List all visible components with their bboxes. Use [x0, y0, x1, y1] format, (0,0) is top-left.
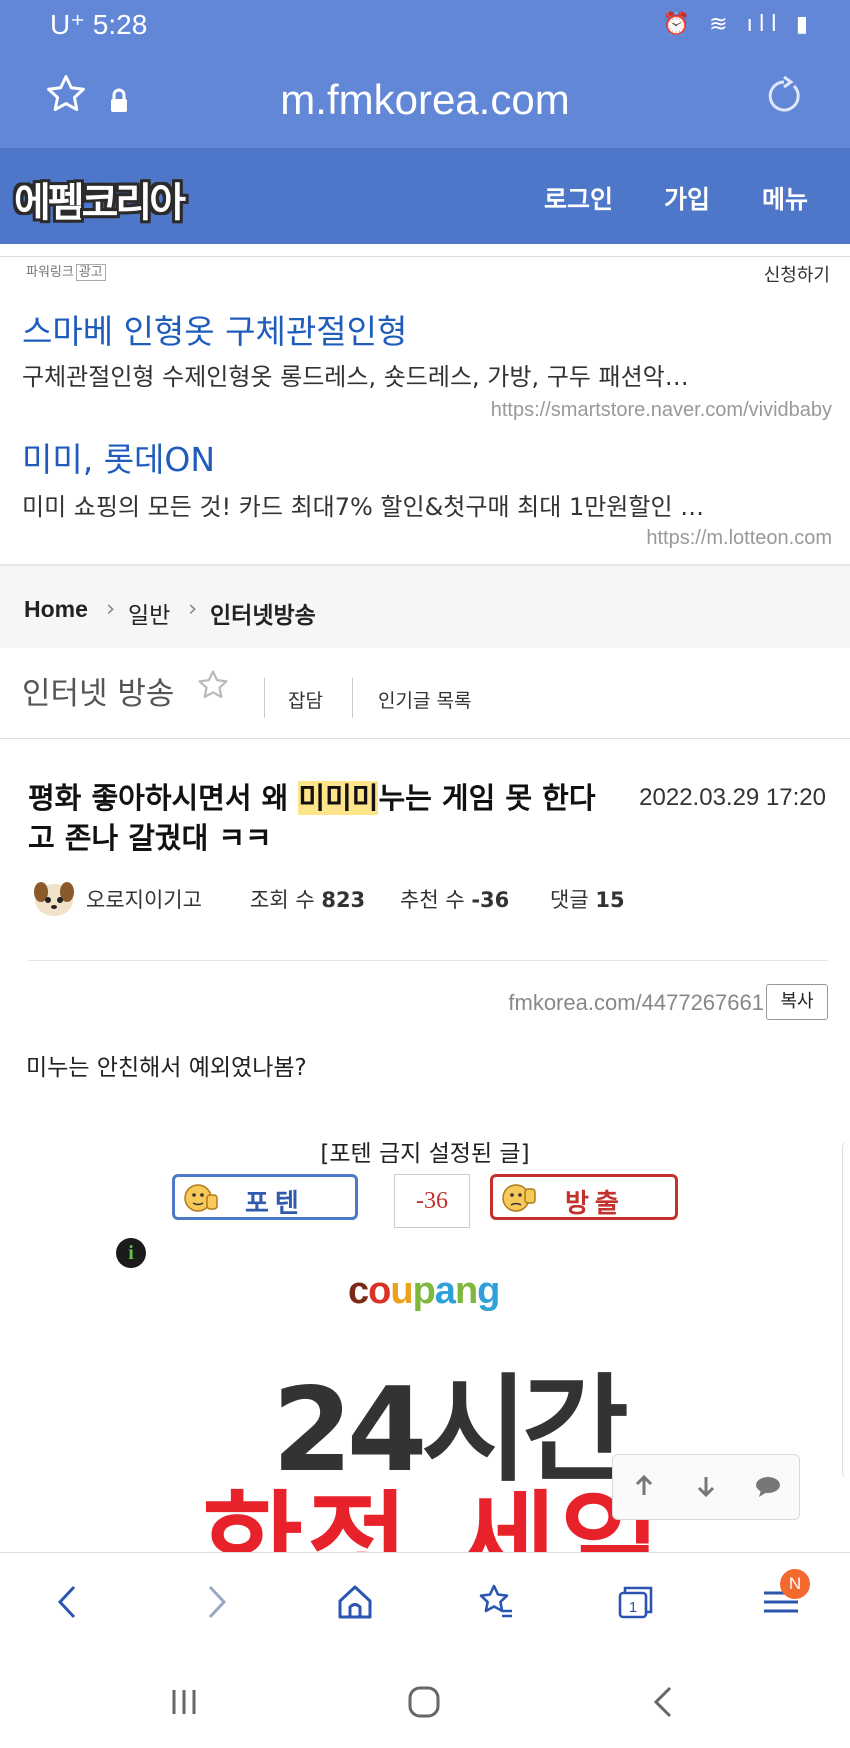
signup-link[interactable]: 가입: [664, 180, 710, 216]
post-meta: 오로지이기고 조회 수 823 추천 수 -36 댓글 15: [28, 878, 828, 918]
ad-url[interactable]: https://m.lotteon.com: [646, 527, 832, 550]
copy-button[interactable]: 복사: [766, 984, 828, 1020]
recent-apps-icon[interactable]: [164, 1682, 204, 1722]
divider: [264, 678, 265, 718]
back-icon[interactable]: [48, 1581, 90, 1623]
vote-score: -36: [394, 1174, 470, 1228]
system-back-icon[interactable]: [644, 1682, 684, 1722]
arrow-down-icon[interactable]: [691, 1471, 721, 1501]
bang-button[interactable]: 방출: [490, 1174, 678, 1220]
ad-label: 파워링크 광고: [26, 261, 106, 281]
comment-count[interactable]: 댓글 15: [550, 884, 625, 914]
home-icon[interactable]: [334, 1581, 376, 1623]
favorite-star-icon[interactable]: [196, 668, 230, 702]
chevron-right-icon: ›: [188, 596, 198, 622]
logo-part-b: 코리아: [81, 180, 186, 226]
view-count-label: 조회 수: [250, 888, 315, 912]
breadcrumb-general[interactable]: 일반: [128, 596, 170, 630]
breadcrumb-home[interactable]: Home: [24, 596, 88, 623]
post-body: 미누는 안친해서 예외였나봄?: [26, 1055, 307, 1081]
board-link-chat[interactable]: 잡담: [288, 686, 323, 713]
thumbs-up-face-icon: [184, 1184, 218, 1212]
post-author[interactable]: 오로지이기고: [86, 884, 202, 914]
coupang-logo: coupang: [348, 1270, 500, 1312]
menu-link[interactable]: 메뉴: [762, 180, 808, 216]
floating-navigation: [612, 1454, 800, 1520]
ad-title[interactable]: 미미, 롯데ON: [22, 433, 215, 481]
url-text[interactable]: m.fmkorea.com: [0, 76, 850, 124]
login-link[interactable]: 로그인: [544, 180, 613, 216]
board-link-popular[interactable]: 인기글 목록: [378, 686, 471, 713]
poten-button[interactable]: 포텐: [172, 1174, 358, 1220]
ad-description[interactable]: 미미 쇼핑의 모든 것! 카드 최대7% 할인&첫구매 최대 1만원할인 …: [22, 487, 704, 522]
status-time: U⁺ 5:28: [50, 9, 148, 40]
ad-label-text: 파워링크: [26, 265, 74, 280]
banner-subheadline: 한정 세일: [202, 1480, 666, 1554]
ad-description[interactable]: 구체관절인형 수제인형옷 롱드레스, 숏드레스, 가방, 구두 패션악…: [22, 357, 689, 392]
ad-request-link[interactable]: 신청하기: [764, 261, 830, 287]
browser-url-bar: m.fmkorea.com: [0, 48, 850, 148]
coupang-banner[interactable]: coupang 24시간 한정 세일: [180, 1270, 670, 1554]
post-title-text: 평화 좋아하시면서 왜: [28, 781, 299, 815]
ad-tag: 광고: [75, 264, 106, 281]
breadcrumb: Home › 일반 › 인터넷방송: [0, 564, 850, 648]
vote-count: 추천 수 -36: [400, 884, 509, 914]
post-date: 2022.03.29 17:20: [639, 784, 826, 811]
board-header: 인터넷 방송 잡담 인기글 목록: [0, 646, 850, 739]
scrollbar[interactable]: [842, 1140, 850, 1480]
vote-count-value: -36: [471, 888, 510, 912]
chevron-right-icon: ›: [106, 596, 116, 622]
vote-count-label: 추천 수: [400, 888, 465, 912]
browser-toolbar: 1 N: [0, 1552, 850, 1653]
ad-url[interactable]: https://smartstore.naver.com/vividbaby: [491, 399, 832, 422]
divider: [28, 960, 828, 961]
thumbs-down-face-icon: [502, 1184, 536, 1212]
forward-icon[interactable]: [194, 1581, 236, 1623]
avatar[interactable]: [32, 878, 76, 918]
site-logo[interactable]: 에펨코리아: [14, 170, 186, 228]
notification-badge: N: [780, 1569, 810, 1599]
site-header: 에펨코리아 로그인 가입 메뉴: [0, 148, 850, 244]
short-url[interactable]: fmkorea.com/4477267661: [508, 990, 764, 1016]
status-bar: U⁺ 5:28 ⏰ ≋ ıll ▮: [0, 0, 850, 48]
board-title[interactable]: 인터넷 방송: [22, 668, 174, 713]
post-title: 평화 좋아하시면서 왜 미미미누는 게임 못 한다고 존나 갈궜대 ㅋㅋ: [28, 778, 608, 858]
ad-title[interactable]: 스마베 인형옷 구체관절인형: [22, 305, 407, 353]
poten-label: 포텐: [245, 1189, 305, 1219]
post-title-highlight: 미미미: [298, 781, 379, 815]
divider: [352, 678, 353, 718]
tabs-icon[interactable]: 1: [614, 1581, 656, 1623]
comment-icon[interactable]: [753, 1471, 783, 1501]
powerlink-ads: 파워링크 광고 신청하기 스마베 인형옷 구체관절인형 구체관절인형 수제인형옷 …: [0, 256, 850, 565]
comment-count-value: 15: [595, 888, 625, 912]
logo-part-a: 에펨: [14, 180, 85, 226]
view-count-value: 823: [321, 888, 366, 912]
poten-notice: [포텐 금지 설정된 글]: [320, 1141, 530, 1167]
tab-count: 1: [629, 1599, 637, 1616]
breadcrumb-internet-broadcast[interactable]: 인터넷방송: [210, 596, 316, 630]
reload-icon[interactable]: [764, 76, 804, 116]
home-button-icon[interactable]: [404, 1682, 444, 1722]
info-icon[interactable]: i: [116, 1238, 146, 1268]
comment-count-label: 댓글: [550, 888, 589, 912]
view-count: 조회 수 823: [250, 884, 365, 914]
bang-label: 방출: [565, 1189, 625, 1219]
system-navigation-bar: [0, 1652, 850, 1748]
bookmarks-icon[interactable]: [474, 1581, 516, 1623]
status-icons: ⏰ ≋ ıll ▮: [662, 12, 814, 37]
arrow-up-icon[interactable]: [629, 1471, 659, 1501]
